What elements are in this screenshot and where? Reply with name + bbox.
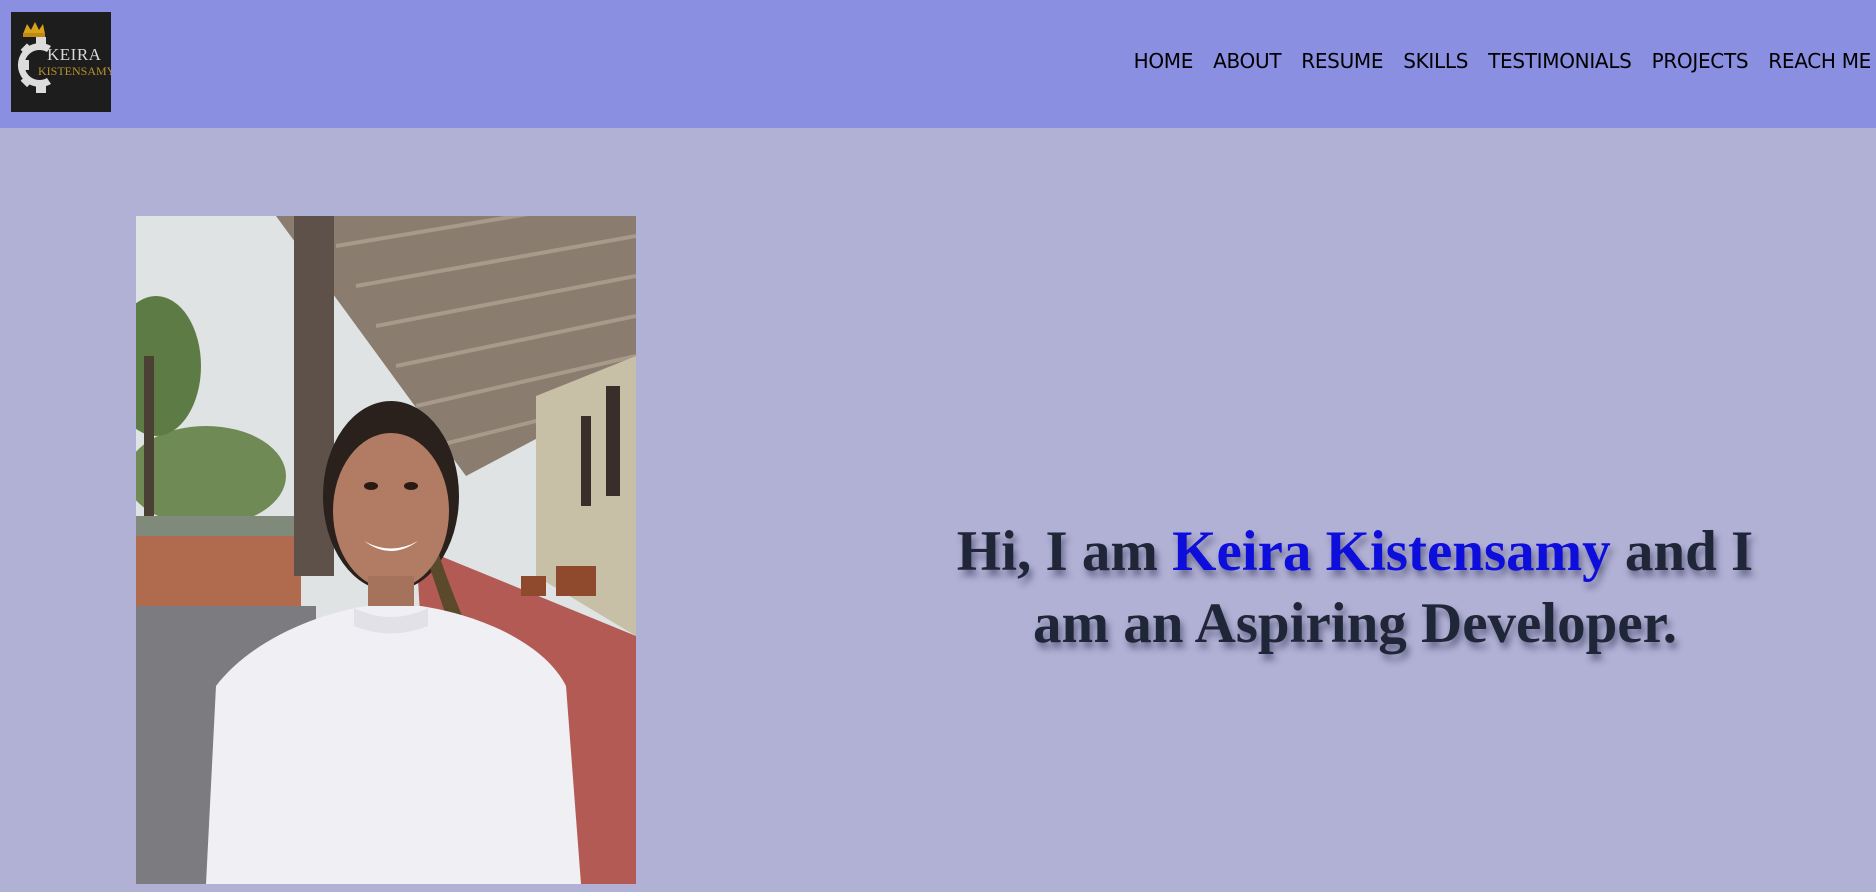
hero-name: Keira Kistensamy	[1172, 520, 1611, 584]
main-nav: HOME ABOUT RESUME SKILLS TESTIMONIALS PR…	[1114, 46, 1872, 76]
logo-text-first: KEIRA	[47, 45, 102, 64]
nav-reach-me[interactable]: REACH ME	[1768, 46, 1871, 76]
nav-testimonials[interactable]: TESTIMONIALS	[1488, 46, 1632, 76]
nav-about[interactable]: ABOUT	[1213, 46, 1281, 76]
nav-resume[interactable]: RESUME	[1301, 46, 1383, 76]
navbar: KEIRA KISTENSAMY HOME ABOUT RESUME SKILL…	[0, 0, 1876, 128]
site-logo[interactable]: KEIRA KISTENSAMY	[11, 12, 111, 112]
logo-text-second: KISTENSAMY	[38, 64, 111, 78]
hero-intro-prefix: Hi, I am	[956, 520, 1173, 584]
profile-photo	[136, 216, 636, 884]
hero-heading: Hi, I am Keira Kistensamy and I am an As…	[930, 516, 1780, 660]
nav-skills[interactable]: SKILLS	[1403, 46, 1468, 76]
nav-home[interactable]: HOME	[1134, 46, 1194, 76]
nav-projects[interactable]: PROJECTS	[1652, 46, 1749, 76]
